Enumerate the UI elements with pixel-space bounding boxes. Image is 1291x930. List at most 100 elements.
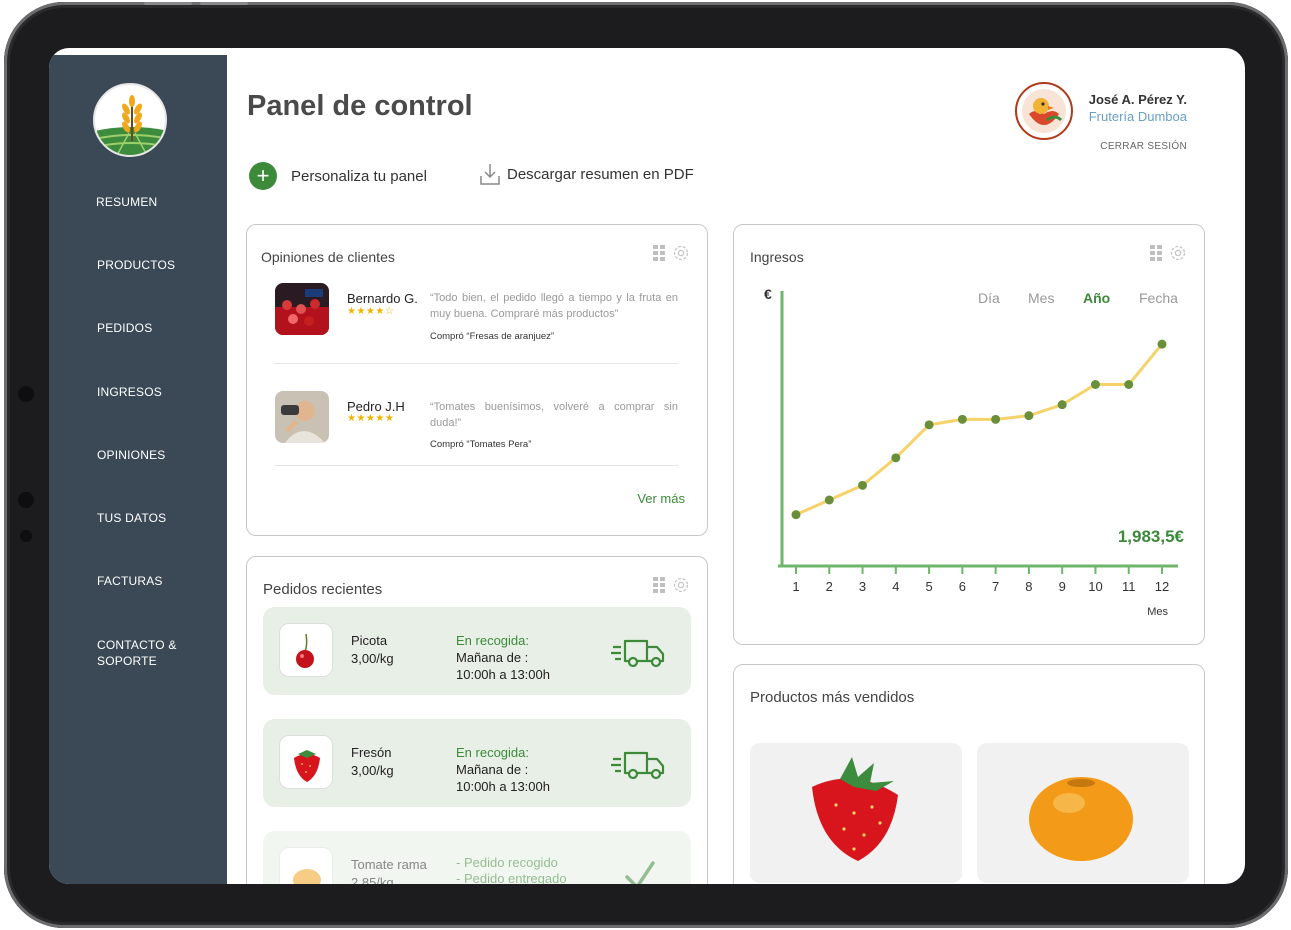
card-tools	[653, 243, 691, 263]
review-product: Compró “Tomates Pera”	[430, 439, 532, 450]
main-content: Panel de control + Personaliza tu panel …	[227, 48, 1245, 884]
data-point[interactable]	[924, 420, 934, 430]
reviewer-photo	[275, 391, 329, 443]
x-tick-label: 1	[792, 579, 799, 594]
download-pdf-button[interactable]: Descargar resumen en PDF	[479, 162, 694, 186]
logout-link[interactable]: CERRAR SESIÓN	[1100, 141, 1187, 152]
screen: RESUMEN PRODUCTOS PEDIDOS INGRESOS OPINI…	[49, 48, 1245, 884]
order-status: En recogida:	[456, 745, 529, 760]
reviews-title: Opiniones de clientes	[261, 249, 395, 265]
tomato-image	[1029, 777, 1133, 861]
rating-stars: ★★★★☆	[347, 306, 395, 317]
plus-icon: +	[249, 162, 277, 190]
camera-dot	[18, 492, 34, 508]
order-status: - Pedido recogido	[456, 855, 558, 870]
user-info: José A. Pérez Y. Frutería Dumboa	[1089, 92, 1187, 124]
review-product: Compró “Fresas de aranjuez”	[430, 331, 555, 342]
x-tick-label: 2	[826, 579, 833, 594]
data-point[interactable]	[1057, 400, 1067, 410]
x-tick-label: 8	[1025, 579, 1032, 594]
review-quote: “Todo bien, el pedido llegó a tiempo y l…	[430, 292, 678, 320]
orders-title: Pedidos recientes	[263, 581, 383, 598]
order-row[interactable]: Picota 3,00/kg En recogida: Mañana de : …	[263, 607, 691, 695]
order-status: En recogida:	[456, 633, 529, 648]
pickup-time: 10:00h a 13:00h	[456, 779, 550, 794]
gear-icon[interactable]	[671, 243, 691, 263]
see-more-link[interactable]: Ver más	[637, 491, 685, 506]
product-price: 3,00/kg	[351, 651, 394, 666]
camera-dot	[18, 386, 34, 402]
divider	[275, 465, 678, 466]
volume-button	[200, 2, 248, 5]
order-row[interactable]: Fresón 3,00/kg En recogida: Mañana de : …	[263, 719, 691, 807]
download-pdf-label: Descargar resumen en PDF	[507, 165, 694, 183]
strawberry-image	[279, 735, 333, 789]
x-tick-label: 7	[992, 579, 999, 594]
nav-tus-datos[interactable]: TUS DATOS	[97, 510, 166, 526]
nav-opiniones[interactable]: OPINIONES	[97, 447, 165, 463]
x-tick-label: 9	[1059, 579, 1066, 594]
sidebar: RESUMEN PRODUCTOS PEDIDOS INGRESOS OPINI…	[49, 55, 227, 884]
data-point[interactable]	[858, 480, 868, 490]
nav-productos[interactable]: PRODUCTOS	[97, 257, 175, 273]
nav-resumen[interactable]: RESUMEN	[96, 194, 157, 210]
volume-button	[144, 2, 192, 5]
data-point[interactable]	[791, 510, 801, 520]
camera-dot	[20, 530, 32, 542]
top-products-card: Productos más vendidos	[733, 664, 1205, 884]
nav-pedidos[interactable]: PEDIDOS	[97, 320, 152, 336]
page-title: Panel de control	[247, 90, 473, 122]
user-name: José A. Pérez Y.	[1088, 92, 1187, 107]
x-tick-label: 10	[1088, 579, 1102, 594]
strawberry-image	[812, 757, 898, 861]
product-price: 2,85/kg	[351, 875, 394, 884]
income-total: 1,983,5€	[1117, 527, 1184, 546]
data-point[interactable]	[991, 414, 1001, 424]
income-series-line	[795, 343, 1164, 517]
product-name: Fresón	[351, 745, 392, 760]
pickup-day: Mañana de :	[456, 650, 529, 665]
x-tick-label: 11	[1122, 579, 1136, 594]
x-axis-label: Mes	[1147, 606, 1168, 618]
cherry-image	[279, 623, 333, 677]
reviewer-name: Pedro J.H	[347, 399, 405, 414]
product-name: Tomate rama	[351, 857, 427, 872]
wheat-logo-icon	[93, 83, 167, 157]
reviewer-name: Bernardo G.	[347, 291, 418, 306]
nav-ingresos[interactable]: INGRESOS	[97, 384, 162, 400]
reviews-card: Opiniones de clientes Bernardo G. ★★★★☆ …	[246, 224, 708, 536]
data-point[interactable]	[1157, 339, 1167, 349]
review-quote: “Tomates buenísimos, volveré a comprar s…	[430, 401, 678, 429]
x-tick-label: 6	[959, 579, 966, 594]
rating-stars: ★★★★★	[347, 413, 395, 424]
product-card-tomato[interactable]	[977, 743, 1189, 883]
drag-grid-icon[interactable]	[653, 577, 665, 593]
data-point[interactable]	[1090, 380, 1100, 389]
divider	[275, 363, 678, 364]
pickup-time: 10:00h a 13:00h	[456, 667, 550, 682]
gear-icon[interactable]	[671, 575, 691, 595]
delivery-status: - Pedido entregado	[456, 871, 567, 884]
data-point[interactable]	[891, 453, 901, 463]
data-point[interactable]	[1124, 380, 1134, 389]
customize-panel-button[interactable]: + Personaliza tu panel	[249, 162, 427, 190]
top-products-title: Productos más vendidos	[750, 689, 915, 706]
product-price: 3,00/kg	[351, 763, 394, 778]
drag-grid-icon[interactable]	[653, 245, 665, 261]
x-tick-label: 3	[859, 579, 866, 594]
shop-avatar[interactable]	[1015, 82, 1073, 140]
shop-name[interactable]: Frutería Dumboa	[1089, 109, 1187, 124]
order-row[interactable]: Tomate rama 2,85/kg - Pedido recogido - …	[263, 831, 691, 884]
income-line-chart: € 1 2 3 4 5 6 7 8 9 10 11 12 Mes	[764, 286, 1178, 618]
delivery-truck-icon	[611, 639, 665, 668]
product-card-strawberry[interactable]	[750, 743, 962, 883]
customize-panel-label: Personaliza tu panel	[291, 167, 427, 185]
nav-facturas[interactable]: FACTURAS	[97, 573, 163, 589]
data-point[interactable]	[824, 495, 834, 505]
nav-contacto-soporte[interactable]: CONTACTO & SOPORTE	[97, 637, 177, 669]
nav-soporte-label: SOPORTE	[97, 654, 157, 668]
orders-card: Pedidos recientes Picota 3,00/kg En reco…	[246, 556, 708, 884]
y-axis-label: €	[764, 286, 772, 302]
data-point[interactable]	[957, 414, 967, 424]
data-point[interactable]	[1024, 411, 1034, 421]
